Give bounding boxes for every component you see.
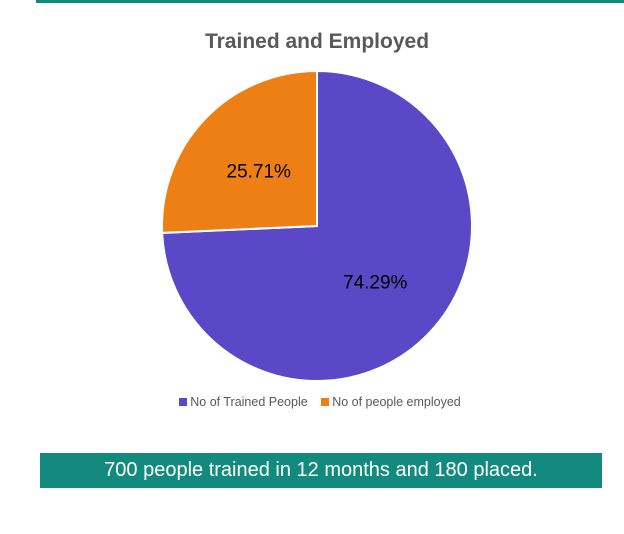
caption-banner: 700 people trained in 12 months and 180 … — [40, 453, 602, 488]
legend-swatch — [321, 397, 330, 406]
legend: No of Trained People No of people employ… — [0, 395, 624, 409]
legend-label: No of people employed — [332, 395, 461, 409]
legend-item-trained: No of Trained People — [179, 395, 308, 409]
data-label: 74.29% — [343, 273, 408, 294]
data-label: 25.71% — [227, 161, 292, 182]
legend-label: No of Trained People — [190, 395, 308, 409]
legend-swatch — [179, 397, 188, 406]
pie-slice-1 — [161, 69, 318, 234]
legend-item-employed: No of people employed — [321, 395, 461, 409]
